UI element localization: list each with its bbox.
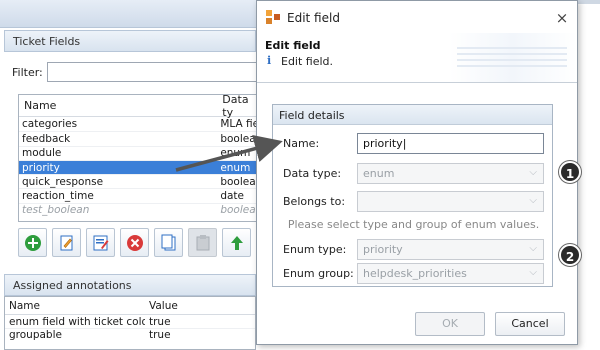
header-decoration xyxy=(457,47,567,73)
table-row[interactable]: feedback boolean xyxy=(19,131,257,145)
row-type: date xyxy=(220,190,244,203)
chevron-down-icon: ⌵ xyxy=(529,195,537,206)
row-name: module xyxy=(22,147,62,160)
field-details-group: Field details Name: priority| Data type:… xyxy=(272,104,553,287)
column-header-name[interactable]: Name xyxy=(19,99,217,112)
fields-table: Name Data ty categories MLA fiel feedbac… xyxy=(18,94,258,222)
belongs-to-label: Belongs to: xyxy=(283,195,346,208)
row-name: quick_response xyxy=(22,175,104,188)
row-name: reaction_time xyxy=(22,190,94,203)
paste-field-button[interactable] xyxy=(188,228,217,257)
name-label: Name: xyxy=(283,137,320,150)
row-type: enum xyxy=(220,147,251,160)
annotations-table: Name Value enum field with ticket color … xyxy=(4,296,256,350)
column-header-data-type[interactable]: Data ty xyxy=(217,95,257,119)
name-input-value: priority xyxy=(363,137,403,150)
copy-icon xyxy=(161,234,175,250)
table-row[interactable]: reaction_time date xyxy=(19,188,257,202)
callout-badge-1: 1 xyxy=(559,161,581,183)
field-icon xyxy=(266,10,280,24)
annotation-name: enum field with ticket color xyxy=(9,315,145,328)
add-icon xyxy=(24,234,41,251)
close-button[interactable]: × xyxy=(553,9,571,27)
annotation-value: true xyxy=(149,329,171,341)
dialog-title: Edit field xyxy=(287,11,340,25)
enum-group-label: Enum group: xyxy=(283,267,354,280)
add-field-button[interactable] xyxy=(18,228,47,257)
row-type: enum xyxy=(220,161,251,174)
table-row[interactable]: quick_response boolean xyxy=(19,174,257,188)
delete-field-button[interactable] xyxy=(120,228,149,257)
dialog-titlebar[interactable]: Edit field × xyxy=(257,1,577,33)
annotations-title: Assigned annotations xyxy=(4,274,256,296)
row-type: boolean xyxy=(220,175,257,188)
data-type-label: Data type: xyxy=(283,167,342,180)
hint-text: Please select type and group of enum val… xyxy=(287,218,540,231)
field-toolbar xyxy=(18,228,258,258)
row-name: feedback xyxy=(22,132,71,145)
chevron-down-icon: ⌵ xyxy=(529,243,537,254)
belongs-to-select[interactable]: ⌵ xyxy=(357,191,544,212)
chevron-down-icon: ⌵ xyxy=(529,267,537,278)
panel-title: Ticket Fields xyxy=(4,30,256,52)
table-header: Name Data ty xyxy=(19,95,257,119)
chevron-down-icon: ⌵ xyxy=(529,167,537,178)
row-type: boolean xyxy=(220,204,257,217)
header-title: Edit field xyxy=(265,39,321,52)
enum-group-select[interactable]: helpdesk_priorities ⌵ xyxy=(357,263,544,284)
edit-properties-icon xyxy=(93,235,108,250)
table-row[interactable]: groupable true xyxy=(5,328,255,341)
move-up-button[interactable] xyxy=(222,228,251,257)
data-type-select[interactable]: enum ⌵ xyxy=(357,163,544,184)
ok-button[interactable]: OK xyxy=(415,312,485,336)
table-row[interactable]: module enum xyxy=(19,145,257,160)
delete-icon xyxy=(126,234,143,251)
cancel-button[interactable]: Cancel xyxy=(495,312,565,336)
row-name: priority xyxy=(22,161,60,174)
row-type: MLA fiel xyxy=(220,118,257,131)
callout-badge-2: 2 xyxy=(559,244,581,266)
edit-field-dialog: Edit field × Edit field i Edit field. Fi… xyxy=(256,0,578,345)
paste-icon xyxy=(196,234,209,250)
move-up-icon xyxy=(230,235,243,250)
table-row-disabled[interactable]: test_boolean boolean xyxy=(19,202,257,217)
annotation-name: groupable xyxy=(9,329,62,341)
annotation-value: true xyxy=(149,315,171,328)
edit-field-button[interactable] xyxy=(52,228,81,257)
group-title: Field details xyxy=(273,105,552,125)
column-header-value[interactable]: Value xyxy=(145,300,255,312)
header-description: Edit field. xyxy=(281,55,334,68)
row-name: categories xyxy=(22,118,78,131)
dialog-header: Edit field i Edit field. xyxy=(257,33,577,83)
edit-icon xyxy=(60,235,72,250)
edit-properties-button[interactable] xyxy=(86,228,115,257)
filter-label: Filter: xyxy=(12,66,43,79)
enum-type-select[interactable]: priority ⌵ xyxy=(357,239,544,260)
table-header: Name Value xyxy=(5,297,255,315)
data-type-value: enum xyxy=(363,167,395,180)
name-input[interactable]: priority| xyxy=(357,133,544,154)
table-row-selected[interactable]: priority enum xyxy=(19,159,257,175)
enum-group-value: helpdesk_priorities xyxy=(363,267,467,280)
copy-field-button[interactable] xyxy=(154,228,183,257)
enum-type-value: priority xyxy=(363,243,403,256)
row-name: test_boolean xyxy=(22,204,90,217)
filter-input[interactable] xyxy=(47,62,259,82)
info-icon: i xyxy=(267,54,272,67)
table-row[interactable]: categories MLA fiel xyxy=(19,117,257,131)
table-row[interactable]: enum field with ticket color true xyxy=(5,315,255,328)
column-header-name[interactable]: Name xyxy=(5,300,145,312)
enum-type-label: Enum type: xyxy=(283,243,347,256)
top-strip xyxy=(0,0,256,28)
row-type: boolean xyxy=(220,132,257,145)
